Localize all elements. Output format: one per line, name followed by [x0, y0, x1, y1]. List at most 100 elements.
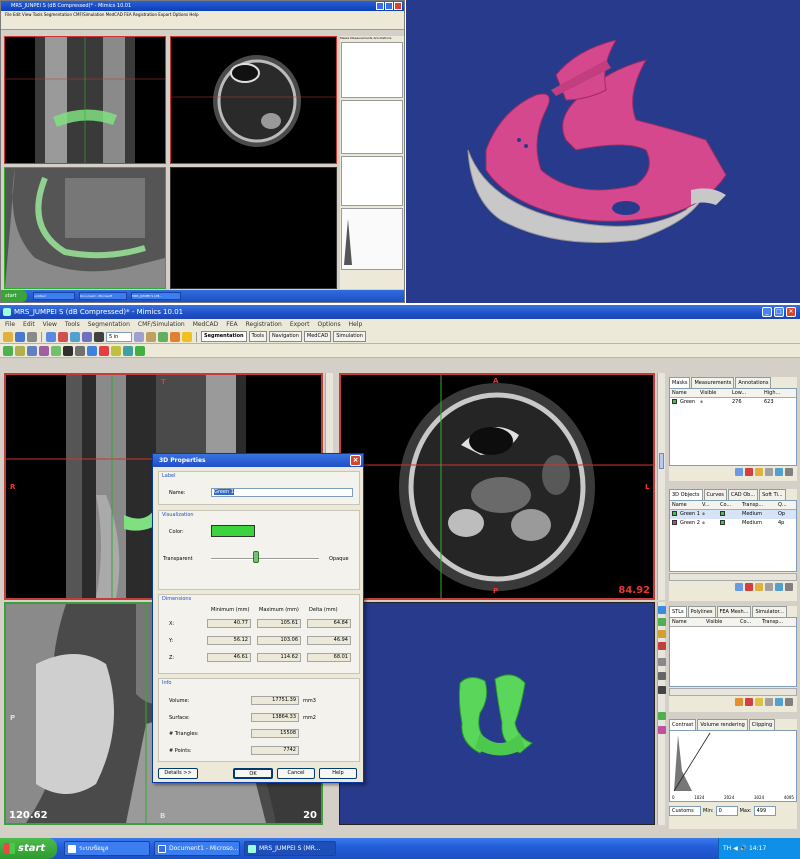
redo-icon[interactable] [70, 331, 80, 342]
copy-icon[interactable] [755, 468, 763, 476]
close-button[interactable]: ✕ [786, 307, 796, 317]
object-transparency[interactable]: Medium [740, 510, 776, 519]
menu-options[interactable]: Options [317, 319, 340, 330]
menu-edit[interactable]: Edit [23, 319, 35, 330]
column-header[interactable]: Transp... [740, 501, 776, 509]
column-header[interactable]: Low... [730, 389, 762, 397]
grid-icon[interactable] [46, 331, 56, 342]
move-icon[interactable] [775, 698, 783, 706]
smooth-icon[interactable] [111, 345, 121, 356]
object-contour-swatch[interactable] [720, 511, 725, 516]
column-header[interactable]: V... [700, 501, 718, 509]
max-input[interactable]: 499 [753, 805, 776, 816]
object-visible[interactable]: ๏ [700, 519, 718, 528]
morph-icon[interactable] [39, 345, 49, 356]
tab-simulator[interactable]: Simulator... [752, 606, 787, 617]
3d-tool-icon[interactable] [658, 642, 666, 650]
3d-tool-icon[interactable] [658, 606, 666, 614]
undo-icon[interactable] [58, 331, 68, 342]
move-icon[interactable] [775, 583, 783, 591]
load-stl-icon[interactable] [735, 698, 743, 706]
column-header[interactable]: Transp... [760, 618, 794, 626]
options-icon[interactable] [785, 583, 793, 591]
stl-hscrollbar[interactable] [669, 688, 797, 696]
object-visible[interactable]: ๏ [700, 510, 718, 519]
threshold-icon[interactable] [170, 331, 180, 342]
min-input[interactable]: 0 [715, 805, 738, 816]
region-grow-icon[interactable] [15, 345, 25, 356]
pan-icon[interactable] [146, 331, 156, 342]
objects-hscrollbar[interactable] [669, 573, 797, 581]
copy-icon[interactable] [755, 583, 763, 591]
3d-tool-icon[interactable] [658, 658, 666, 666]
column-header[interactable]: Co... [718, 501, 740, 509]
3d-tool-icon[interactable] [658, 726, 666, 734]
column-header[interactable]: Name [670, 501, 700, 509]
taskbar-item[interactable]: ระบบข้อมูล [64, 841, 150, 856]
column-header[interactable]: Visible [698, 389, 730, 397]
table-row[interactable]: Green 1 ๏ Medium Op [670, 510, 796, 519]
new-object-icon[interactable] [735, 583, 743, 591]
tab-volume-rendering[interactable]: Volume rendering [697, 719, 748, 730]
open-icon[interactable] [3, 331, 13, 342]
column-header[interactable]: Name [670, 389, 698, 397]
minimize-button[interactable]: _ [762, 307, 772, 317]
contrast-preset-select[interactable]: Customs [669, 805, 701, 816]
tab-masks[interactable]: Masks [669, 377, 691, 388]
menu-segmentation[interactable]: Segmentation [88, 319, 130, 330]
object-contour-swatch[interactable] [720, 520, 725, 525]
calc-3d-icon[interactable] [99, 345, 109, 356]
measure-icon[interactable] [158, 331, 168, 342]
wrap-icon[interactable] [123, 345, 133, 356]
export-icon[interactable] [775, 468, 783, 476]
menu-file[interactable]: File [5, 319, 15, 330]
menu-help[interactable]: Help [349, 319, 363, 330]
menu-export[interactable]: Export [290, 319, 310, 330]
split-icon[interactable] [135, 345, 145, 356]
options-icon[interactable] [785, 698, 793, 706]
stl-list[interactable]: Name Visible Co... Transp... [669, 617, 797, 687]
tab-measurements[interactable]: Measurements [691, 377, 735, 388]
view-3d[interactable] [339, 602, 655, 825]
table-row[interactable]: Green ๏ 276 623 [670, 398, 796, 407]
mask-icon[interactable] [3, 345, 13, 356]
options-icon[interactable] [785, 468, 793, 476]
column-header[interactable]: Visible [704, 618, 738, 626]
details-button[interactable]: Details >> [158, 768, 198, 779]
cavity-icon[interactable] [87, 345, 97, 356]
tab-soft-tissue[interactable]: Soft Ti... [759, 489, 786, 500]
menu-tools[interactable]: Tools [65, 319, 80, 330]
histogram[interactable]: 0 1024 2024 3024 4095 [669, 730, 797, 802]
zoom-icon[interactable] [134, 331, 144, 342]
menu-registration[interactable]: Registration [246, 319, 282, 330]
3d-tool-icon[interactable] [658, 686, 666, 694]
table-row[interactable]: Green 2 ๏ Medium 4p [670, 519, 796, 528]
3d-tool-icon[interactable] [658, 672, 666, 680]
tab-stls[interactable]: STLs [669, 606, 687, 617]
save-icon[interactable] [15, 331, 25, 342]
menu-medcad[interactable]: MedCAD [193, 319, 219, 330]
cancel-button[interactable]: Cancel [277, 768, 315, 779]
start-button[interactable]: start [0, 838, 57, 859]
mask-visible[interactable]: ๏ [698, 398, 730, 407]
transparency-track[interactable] [211, 558, 319, 560]
menu-fea[interactable]: FEA [226, 319, 237, 330]
tab-segmentation[interactable]: Segmentation [201, 331, 247, 342]
delete-icon[interactable] [745, 698, 753, 706]
color-picker-button[interactable] [211, 525, 255, 537]
name-input[interactable]: Green 1 [211, 488, 353, 497]
print-icon[interactable] [27, 331, 37, 342]
dialog-close-button[interactable]: × [350, 455, 361, 466]
3d-tool-icon[interactable] [658, 630, 666, 638]
transparency-slider-thumb[interactable] [253, 551, 260, 563]
copy-icon[interactable] [755, 698, 763, 706]
masks-list[interactable]: Name Visible Low... High... Green ๏ 276 … [669, 388, 797, 466]
menu-view[interactable]: View [43, 319, 57, 330]
help-button[interactable]: Help [319, 768, 357, 779]
properties-icon[interactable] [765, 698, 773, 706]
move-icon[interactable] [94, 331, 104, 342]
properties-icon[interactable] [765, 583, 773, 591]
rotate-icon[interactable] [82, 331, 92, 342]
taskbar-item[interactable]: Document1 - Microso... [154, 841, 240, 856]
dialog-titlebar[interactable]: 3D Properties × [153, 454, 363, 467]
